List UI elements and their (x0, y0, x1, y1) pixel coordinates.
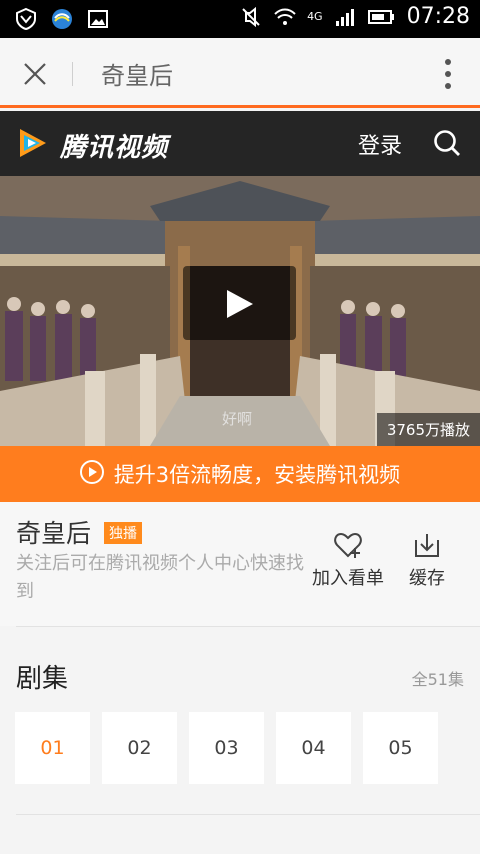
video-player[interactable]: 好啊 3765万播放 (0, 176, 480, 446)
install-promo-banner[interactable]: 提升3倍流畅度，安装腾讯视频 (0, 446, 480, 502)
browser-toolbar: 奇皇后 (0, 38, 480, 108)
signal-icon (333, 5, 357, 29)
episodes-header: 剧集 全51集 (0, 650, 480, 700)
play-button[interactable] (183, 266, 296, 340)
show-description: 关注后可在腾讯视频个人中心快速找到 (16, 553, 304, 602)
browser-title: 奇皇后 (101, 62, 173, 90)
episode-item[interactable]: 02 (102, 712, 177, 784)
battery-icon (367, 5, 397, 29)
video-subtitle: 好啊 (222, 410, 253, 428)
login-button[interactable]: 登录 (358, 128, 402, 160)
logo-play-icon (14, 125, 50, 165)
section-divider (16, 626, 480, 627)
tencent-video-logo[interactable]: 腾讯视频 (14, 125, 168, 165)
status-time: 07:28 (406, 4, 470, 29)
show-info: 奇皇后 独播 关注后可在腾讯视频个人中心快速找到 加入看单 缓存 (0, 502, 480, 626)
logo-play-icon (79, 459, 104, 489)
promo-text: 提升3倍流畅度，安装腾讯视频 (113, 463, 401, 487)
exclusive-badge: 独播 (104, 522, 142, 544)
wifi-icon (273, 5, 297, 29)
episode-item[interactable]: 05 (363, 712, 438, 784)
heart-plus-icon (334, 532, 362, 558)
china-mobile-icon (50, 7, 74, 31)
app-header: 腾讯视频 登录 (0, 111, 480, 176)
episode-item[interactable]: 04 (276, 712, 351, 784)
add-label: 加入看单 (312, 568, 384, 589)
episode-list: 01 02 03 04 05 (15, 712, 438, 784)
image-icon (86, 7, 110, 31)
episode-item[interactable]: 03 (189, 712, 264, 784)
view-count: 3765万播放 (376, 413, 480, 446)
close-icon[interactable] (22, 61, 48, 87)
search-icon[interactable] (432, 128, 462, 158)
play-icon (227, 290, 253, 318)
mute-icon (239, 5, 263, 29)
section-divider (16, 814, 480, 815)
episodes-count[interactable]: 全51集 (412, 666, 464, 690)
more-vertical-icon[interactable] (444, 58, 452, 90)
episodes-title: 剧集 (16, 664, 69, 694)
network-type: 4G (307, 10, 323, 23)
status-bar: 4G 07:28 (0, 0, 480, 38)
toolbar-divider (72, 62, 73, 86)
cache-button[interactable]: 缓存 (409, 530, 445, 590)
shield-icon (14, 7, 38, 31)
show-title: 奇皇后 (16, 519, 92, 548)
episode-item[interactable]: 01 (15, 712, 90, 784)
download-icon (415, 534, 439, 557)
cache-label: 缓存 (409, 568, 445, 589)
logo-text: 腾讯视频 (60, 132, 169, 163)
add-to-watchlist-button[interactable]: 加入看单 (312, 530, 384, 590)
